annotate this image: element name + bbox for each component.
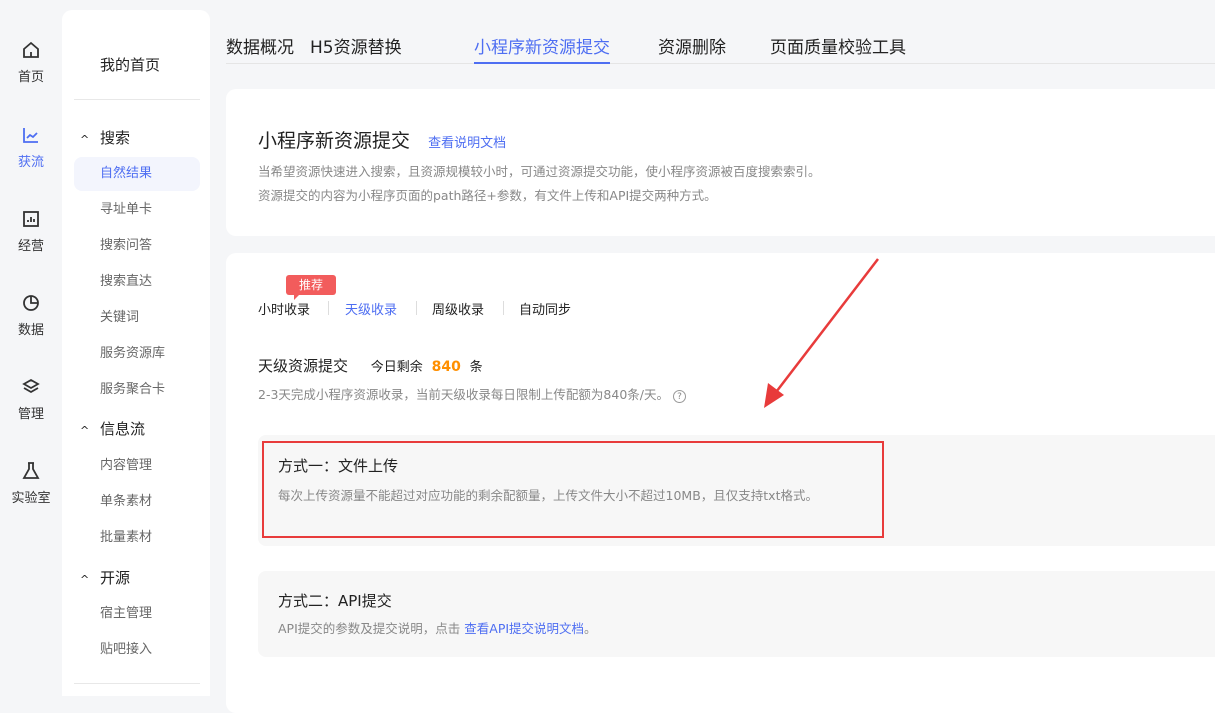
quota-note: 2-3天完成小程序资源收录，当前天级收录每日限制上传配额为840条/天。 ?: [258, 384, 686, 403]
remaining-count: 840: [431, 359, 461, 375]
flask-icon: [22, 462, 40, 479]
home-icon: [23, 41, 39, 58]
page-title: 小程序新资源提交 查看说明文档: [258, 130, 507, 152]
tab-miniprogram-submit[interactable]: 小程序新资源提交: [474, 33, 610, 64]
group-open-source[interactable]: ^ 开源: [80, 567, 130, 588]
intro-desc-1: 当希望资源快速进入搜索，且资源规模较小时，可通过资源提交功能，使小程序资源被百度…: [258, 164, 821, 179]
sidebar-item[interactable]: 服务资源库: [74, 337, 200, 371]
sidebar-item[interactable]: 搜索直达: [74, 265, 200, 299]
tab-resource-delete[interactable]: 资源删除: [658, 33, 726, 58]
layers-icon: [22, 378, 40, 394]
subtab-weekly[interactable]: 周级收录: [432, 299, 484, 318]
divider: [328, 301, 329, 315]
sidebar: 我的首页 ^ 搜索 自然结果 寻址单卡 搜索问答 搜索直达 关键词 服务资源库 服…: [62, 10, 210, 696]
intro-desc-2: 资源提交的内容为小程序页面的path路径+参数，有文件上传和API提交两种方式。: [258, 188, 717, 203]
annotation-arrow-icon: [764, 258, 879, 408]
divider: [416, 301, 417, 315]
divider: [503, 301, 504, 315]
divider: [74, 683, 200, 684]
tab-bar: 数据概况 H5资源替换 小程序新资源提交 资源删除 页面质量校验工具: [226, 0, 1215, 64]
doc-link[interactable]: 查看说明文档: [428, 136, 506, 151]
sidebar-home[interactable]: 我的首页: [100, 54, 160, 75]
highlight-annotation: [262, 441, 884, 538]
trend-chart-icon: [23, 128, 38, 143]
help-icon[interactable]: ?: [672, 390, 686, 403]
rail-item-home[interactable]: 首页: [0, 40, 62, 85]
intro-card: 小程序新资源提交 查看说明文档 当希望资源快速进入搜索，且资源规模较小时，可通过…: [226, 89, 1215, 236]
rail-item-manage[interactable]: 管理: [0, 377, 62, 422]
rail-item-traffic[interactable]: 获流: [0, 125, 62, 170]
subtab-hourly[interactable]: 小时收录: [258, 299, 310, 318]
group-feed[interactable]: ^ 信息流: [80, 418, 145, 439]
group-search[interactable]: ^ 搜索: [80, 127, 130, 148]
sidebar-item-natural-results[interactable]: 自然结果: [74, 157, 200, 191]
subtab-daily[interactable]: 天级收录: [345, 299, 397, 318]
sidebar-item[interactable]: 服务聚合卡: [74, 373, 200, 407]
sidebar-item[interactable]: 关键词: [74, 301, 200, 335]
sidebar-item[interactable]: 批量素材: [74, 521, 200, 555]
section-title: 天级资源提交 今日剩余 840 条: [258, 357, 483, 375]
api-doc-link[interactable]: 查看API提交说明文档: [464, 621, 584, 636]
tab-quality-tool[interactable]: 页面质量校验工具: [770, 33, 906, 58]
icon-rail: 首页 获流 经营 数据 管理 实验室: [0, 0, 62, 696]
rail-item-lab[interactable]: 实验室: [0, 461, 62, 506]
sidebar-item[interactable]: 宿主管理: [74, 597, 200, 631]
subtab-auto-sync[interactable]: 自动同步: [519, 299, 571, 318]
method-api: 方式二：API提交 API提交的参数及提交说明，点击 查看API提交说明文档。: [258, 571, 1215, 657]
chevron-up-icon: ^: [80, 424, 90, 437]
tab-overview[interactable]: 数据概况: [226, 33, 294, 58]
chevron-up-icon: ^: [80, 573, 90, 586]
chevron-up-icon: ^: [80, 133, 90, 146]
rail-item-data[interactable]: 数据: [0, 293, 62, 338]
recommend-badge: 推荐: [286, 275, 336, 300]
bar-chart-icon: [23, 211, 39, 227]
sidebar-item[interactable]: 寻址单卡: [74, 193, 200, 227]
sidebar-item[interactable]: 单条素材: [74, 485, 200, 519]
sidebar-item[interactable]: 内容管理: [74, 449, 200, 483]
tab-h5-replace[interactable]: H5资源替换: [310, 33, 402, 58]
sidebar-item[interactable]: 贴吧接入: [74, 633, 200, 667]
rail-item-business[interactable]: 经营: [0, 209, 62, 254]
sidebar-item[interactable]: 搜索问答: [74, 229, 200, 263]
divider: [74, 99, 200, 100]
pie-chart-icon: [23, 295, 39, 311]
